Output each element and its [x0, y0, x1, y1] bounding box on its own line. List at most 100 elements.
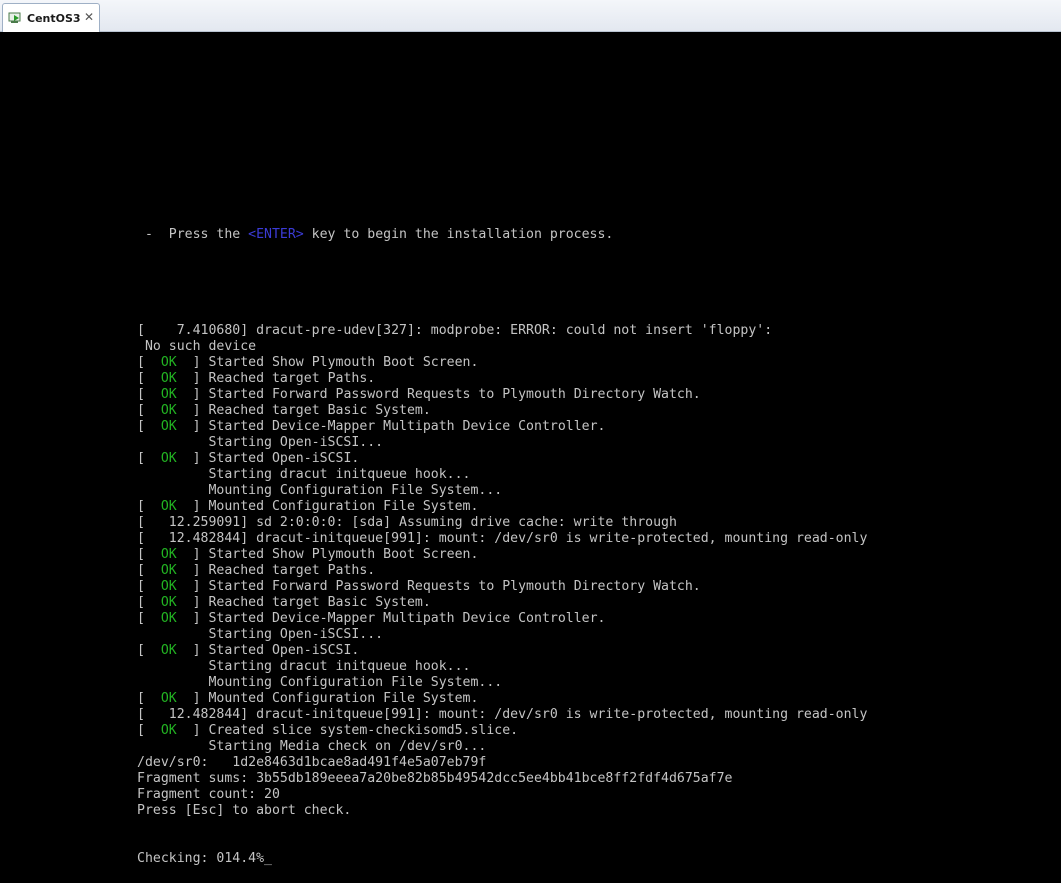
log-line: Starting Open-iSCSI...	[137, 627, 867, 643]
log-message: ] Reached target Basic System.	[176, 595, 431, 610]
ok-status: OK	[160, 579, 177, 594]
log-line: [ OK ] Started Show Plymouth Boot Screen…	[137, 547, 867, 563]
log-message: Starting Open-iSCSI...	[137, 627, 384, 642]
log-line: Starting dracut initqueue hook...	[137, 467, 867, 483]
ok-status: OK	[160, 611, 177, 626]
status-bracket-open: [	[137, 595, 161, 610]
ok-status: OK	[160, 419, 177, 434]
close-icon[interactable]: ✕	[84, 10, 94, 24]
log-line: No such device	[137, 339, 867, 355]
log-message: ] Started Device-Mapper Multipath Device…	[176, 419, 606, 434]
log-line: [ OK ] Created slice system-checkisomd5.…	[137, 723, 867, 739]
prompt-prefix: - Press the	[137, 227, 249, 242]
log-message: [ 12.482844] dracut-initqueue[991]: moun…	[137, 707, 868, 722]
log-line: [ OK ] Started Open-iSCSI.	[137, 451, 867, 467]
log-message: [ 7.410680] dracut-pre-udev[327]: modpro…	[137, 323, 773, 338]
prompt-suffix: key to begin the installation process.	[303, 227, 614, 242]
ok-status: OK	[160, 723, 177, 738]
boot-console-output: - Press the <ENTER> key to begin the ins…	[137, 195, 867, 883]
ok-status: OK	[160, 451, 177, 466]
status-bracket-open: [	[137, 355, 161, 370]
status-bracket-open: [	[137, 371, 161, 386]
log-message: No such device	[137, 339, 257, 354]
ok-status: OK	[160, 355, 177, 370]
log-message: Starting Open-iSCSI...	[137, 435, 384, 450]
ok-status: OK	[160, 371, 177, 386]
log-message: Starting dracut initqueue hook...	[137, 467, 471, 482]
log-message: [ 12.259091] sd 2:0:0:0: [sda] Assuming …	[137, 515, 677, 530]
log-line: [ OK ] Started Forward Password Requests…	[137, 579, 867, 595]
status-bracket-open: [	[137, 563, 161, 578]
log-line: [ OK ] Mounted Configuration File System…	[137, 499, 867, 515]
ok-status: OK	[160, 547, 177, 562]
log-line: [ OK ] Mounted Configuration File System…	[137, 691, 867, 707]
ok-status: OK	[160, 387, 177, 402]
log-line: [ OK ] Reached target Paths.	[137, 563, 867, 579]
ok-status: OK	[160, 643, 177, 658]
status-bracket-open: [	[137, 403, 161, 418]
log-line: [ OK ] Started Forward Password Requests…	[137, 387, 867, 403]
ok-status: OK	[160, 595, 177, 610]
log-line: [ OK ] Reached target Basic System.	[137, 403, 867, 419]
enter-key-label: <ENTER>	[248, 227, 304, 242]
boot-log: [ 7.410680] dracut-pre-udev[327]: modpro…	[137, 323, 867, 819]
log-line: Starting Media check on /dev/sr0...	[137, 739, 867, 755]
log-line: Mounting Configuration File System...	[137, 675, 867, 691]
log-message: Starting Media check on /dev/sr0...	[137, 739, 487, 754]
vm-tab-bar: CentOS3 ✕	[0, 0, 1061, 32]
log-message: Press [Esc] to abort check.	[137, 803, 352, 818]
status-bracket-open: [	[137, 419, 161, 434]
status-bracket-open: [	[137, 643, 161, 658]
ok-status: OK	[160, 403, 177, 418]
log-line: Mounting Configuration File System...	[137, 483, 867, 499]
log-line: Fragment count: 20	[137, 787, 867, 803]
log-message: Mounting Configuration File System...	[137, 483, 503, 498]
log-line: Press [Esc] to abort check.	[137, 803, 867, 819]
checking-line: Checking: 014.4%_	[137, 851, 867, 867]
log-line: [ OK ] Started Device-Mapper Multipath D…	[137, 419, 867, 435]
log-message: ] Started Show Plymouth Boot Screen.	[176, 355, 479, 370]
tab-centos3[interactable]: CentOS3 ✕	[2, 3, 100, 32]
log-line: [ OK ] Reached target Paths.	[137, 371, 867, 387]
log-line: [ OK ] Reached target Basic System.	[137, 595, 867, 611]
status-bracket-open: [	[137, 723, 161, 738]
tab-title: CentOS3	[27, 12, 81, 25]
log-message: ] Started Forward Password Requests to P…	[176, 387, 701, 402]
status-bracket-open: [	[137, 499, 161, 514]
ok-status: OK	[160, 499, 177, 514]
status-bracket-open: [	[137, 451, 161, 466]
log-line: Starting dracut initqueue hook...	[137, 659, 867, 675]
log-message: ] Reached target Paths.	[176, 371, 376, 386]
log-message: ] Mounted Configuration File System.	[176, 499, 479, 514]
log-message: ] Reached target Paths.	[176, 563, 376, 578]
log-line: Fragment sums: 3b55db189eeea7a20be82b85b…	[137, 771, 867, 787]
status-bracket-open: [	[137, 579, 161, 594]
log-message: Fragment count: 20	[137, 787, 280, 802]
log-line: [ OK ] Started Open-iSCSI.	[137, 643, 867, 659]
status-bracket-open: [	[137, 387, 161, 402]
ok-status: OK	[160, 691, 177, 706]
log-message: ] Started Open-iSCSI.	[176, 643, 360, 658]
log-line: [ 12.259091] sd 2:0:0:0: [sda] Assuming …	[137, 515, 867, 531]
log-message: ] Created slice system-checkisomd5.slice…	[176, 723, 519, 738]
log-line: [ OK ] Started Show Plymouth Boot Screen…	[137, 355, 867, 371]
log-line: [ 12.482844] dracut-initqueue[991]: moun…	[137, 531, 867, 547]
log-message: Fragment sums: 3b55db189eeea7a20be82b85b…	[137, 771, 733, 786]
ok-status: OK	[160, 563, 177, 578]
install-prompt-line: - Press the <ENTER> key to begin the ins…	[137, 227, 867, 243]
status-bracket-open: [	[137, 611, 161, 626]
log-message: Starting dracut initqueue hook...	[137, 659, 471, 674]
log-message: ] Started Device-Mapper Multipath Device…	[176, 611, 606, 626]
log-message: ] Started Forward Password Requests to P…	[176, 579, 701, 594]
log-line: [ 7.410680] dracut-pre-udev[327]: modpro…	[137, 323, 867, 339]
log-line: /dev/sr0: 1d2e8463d1bcae8ad491f4e5a07eb7…	[137, 755, 867, 771]
log-message: ] Reached target Basic System.	[176, 403, 431, 418]
log-line: [ OK ] Started Device-Mapper Multipath D…	[137, 611, 867, 627]
log-message: /dev/sr0: 1d2e8463d1bcae8ad491f4e5a07eb7…	[137, 755, 487, 770]
log-message: ] Started Open-iSCSI.	[176, 451, 360, 466]
log-message: ] Mounted Configuration File System.	[176, 691, 479, 706]
log-line: [ 12.482844] dracut-initqueue[991]: moun…	[137, 707, 867, 723]
log-message: [ 12.482844] dracut-initqueue[991]: moun…	[137, 531, 868, 546]
log-message: Mounting Configuration File System...	[137, 675, 503, 690]
